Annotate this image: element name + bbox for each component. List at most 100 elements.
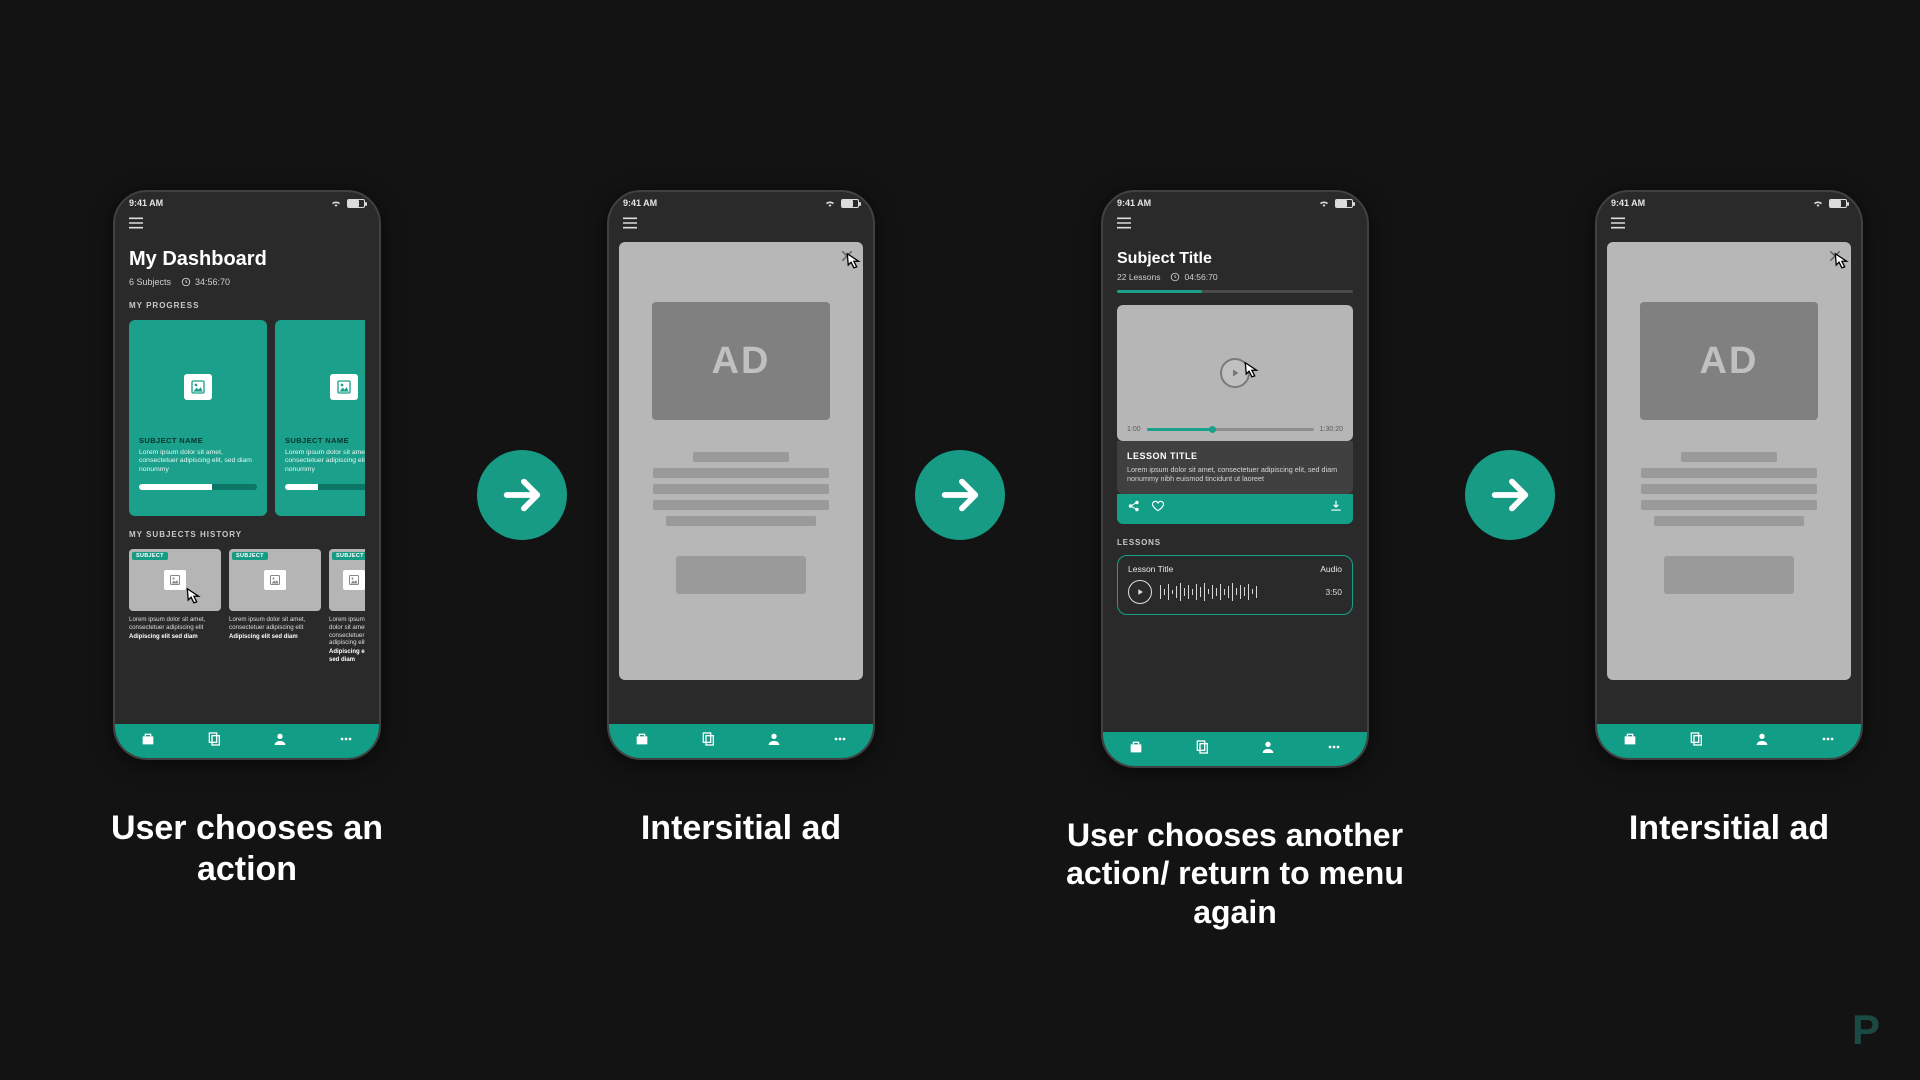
status-indicators [329, 199, 365, 208]
share-icon[interactable] [1127, 499, 1141, 518]
subject-tag: SUBJECT [232, 552, 268, 560]
tab-copy-icon[interactable] [1688, 731, 1704, 752]
interstitial-ad: AD [619, 242, 863, 680]
subject-desc: Lorem ipsum dolor sit amet, consectetuer… [285, 449, 365, 474]
wifi-icon [329, 199, 343, 207]
hamburger-menu-icon[interactable] [1103, 210, 1367, 236]
status-bar: 9:41 AM [1597, 192, 1861, 210]
lesson-list-item[interactable]: Lesson Title Audio 3:50 [1117, 555, 1353, 615]
status-time: 9:41 AM [1611, 198, 1645, 208]
lesson-actions [1117, 494, 1353, 524]
tab-bar [1597, 724, 1861, 758]
lesson-item-title: Lesson Title [1128, 564, 1173, 574]
tab-profile-icon[interactable] [1260, 739, 1276, 760]
history-card[interactable]: SUBJECT Lorem ipsum dolor sit amet, cons… [229, 549, 321, 664]
lesson-item-type: Audio [1320, 564, 1342, 574]
tab-more-icon[interactable] [1326, 739, 1342, 760]
tab-bar [609, 724, 873, 758]
history-cards: SUBJECT Lorem ipsum dolor sit amet, cons… [129, 549, 365, 664]
image-placeholder-icon [343, 570, 365, 590]
tab-copy-icon[interactable] [700, 731, 716, 752]
caption-step-4: Intersitial ad [1629, 808, 1829, 849]
tab-home-icon[interactable] [1128, 739, 1144, 760]
wifi-icon [823, 199, 837, 207]
interstitial-ad: AD [1607, 242, 1851, 680]
cursor-icon [1235, 359, 1265, 389]
progress-card[interactable]: SUBJECT NAME Lorem ipsum dolor sit amet,… [275, 320, 365, 516]
tab-profile-icon[interactable] [766, 731, 782, 752]
caption-step-2: Intersitial ad [641, 808, 841, 849]
caption-step-3: User chooses another action/ return to m… [1045, 816, 1425, 931]
subject-tag: SUBJECT [132, 552, 168, 560]
ad-cta-button[interactable] [1664, 556, 1794, 594]
hamburger-menu-icon[interactable] [115, 210, 379, 236]
battery-icon [841, 199, 859, 208]
tab-profile-icon[interactable] [272, 731, 288, 752]
status-indicators [1811, 199, 1847, 208]
lesson-duration: 3:50 [1325, 587, 1342, 597]
phone-ad: 9:41 AM AD [1595, 190, 1863, 760]
tab-bar [1103, 732, 1367, 766]
ad-hero: AD [1640, 302, 1818, 420]
progress-card[interactable]: SUBJECT NAME Lorem ipsum dolor sit amet,… [129, 320, 267, 516]
ad-text-placeholder [651, 452, 831, 526]
lesson-item-head: Lesson Title Audio [1128, 564, 1342, 574]
page-title: My Dashboard [129, 248, 365, 271]
video-time-start: 1:00 [1127, 426, 1141, 433]
progress-bar [139, 484, 257, 490]
status-bar: 9:41 AM [115, 192, 379, 210]
lesson-play-icon[interactable] [1128, 580, 1152, 604]
lesson-title: LESSON TITLE [1127, 451, 1343, 461]
brand-logo: P [1852, 1006, 1880, 1054]
image-placeholder-icon [330, 374, 358, 400]
status-time: 9:41 AM [623, 198, 657, 208]
flow-stage: 9:41 AM My Dashboard 6 Subjects 34:56:70 [0, 0, 1920, 931]
phone-subject: 9:41 AM Subject Title 22 Lessons 04:56:7… [1101, 190, 1369, 768]
cursor-icon [1825, 250, 1855, 280]
history-thumb: SUBJECT [229, 549, 321, 611]
history-card[interactable]: SUBJECT Lorem ipsum dolor sit amet, cons… [329, 549, 365, 664]
phone-dashboard: 9:41 AM My Dashboard 6 Subjects 34:56:70 [113, 190, 381, 760]
heart-icon[interactable] [1151, 499, 1165, 518]
subject-name: SUBJECT NAME [139, 436, 257, 445]
video-player[interactable]: 1:00 1:30:20 [1117, 305, 1353, 441]
progress-bar [285, 484, 365, 490]
status-bar: 9:41 AM [609, 192, 873, 210]
tab-home-icon[interactable] [1622, 731, 1638, 752]
hamburger-menu-icon[interactable] [1597, 210, 1861, 236]
ad-hero: AD [652, 302, 830, 420]
arrow-icon [915, 450, 1005, 540]
clock-icon [1170, 272, 1180, 282]
video-track[interactable] [1147, 428, 1314, 431]
lessons-count: 22 Lessons [1117, 272, 1160, 282]
total-time: 34:56:70 [181, 277, 230, 287]
download-icon[interactable] [1329, 499, 1343, 518]
tab-copy-icon[interactable] [206, 731, 222, 752]
tab-more-icon[interactable] [338, 731, 354, 752]
audio-waveform [1160, 583, 1317, 601]
step-3: 9:41 AM Subject Title 22 Lessons 04:56:7… [1045, 190, 1425, 931]
arrow-icon [477, 450, 567, 540]
tab-home-icon[interactable] [634, 731, 650, 752]
subject-desc: Lorem ipsum dolor sit amet, consectetuer… [139, 449, 257, 474]
lesson-desc: Lorem ipsum dolor sit amet, consectetuer… [1127, 465, 1343, 484]
subject-name: SUBJECT NAME [285, 436, 365, 445]
history-desc: Lorem ipsum dolor sit amet, consectetuer… [329, 616, 365, 664]
status-time: 9:41 AM [1117, 198, 1151, 208]
progress-cards: SUBJECT NAME Lorem ipsum dolor sit amet,… [129, 320, 365, 516]
image-placeholder-icon [264, 570, 286, 590]
tab-home-icon[interactable] [140, 731, 156, 752]
battery-icon [347, 199, 365, 208]
cursor-icon [837, 250, 867, 280]
tab-more-icon[interactable] [1820, 731, 1836, 752]
subject-progress-bar [1117, 290, 1353, 293]
tab-more-icon[interactable] [832, 731, 848, 752]
subject-meta: 22 Lessons 04:56:70 [1117, 272, 1353, 282]
history-card[interactable]: SUBJECT Lorem ipsum dolor sit amet, cons… [129, 549, 221, 664]
step-1: 9:41 AM My Dashboard 6 Subjects 34:56:70 [57, 190, 437, 890]
ad-cta-button[interactable] [676, 556, 806, 594]
tab-profile-icon[interactable] [1754, 731, 1770, 752]
hamburger-menu-icon[interactable] [609, 210, 873, 236]
image-placeholder-icon [184, 374, 212, 400]
tab-copy-icon[interactable] [1194, 739, 1210, 760]
